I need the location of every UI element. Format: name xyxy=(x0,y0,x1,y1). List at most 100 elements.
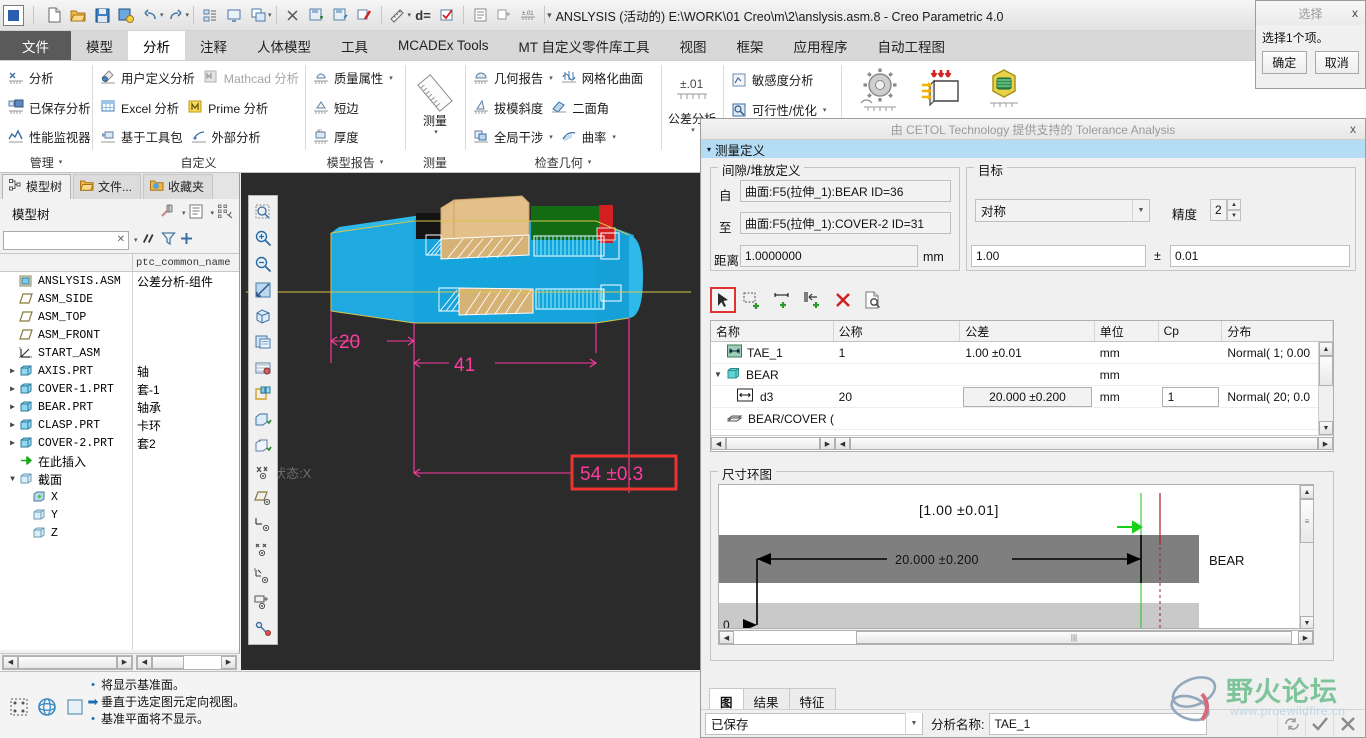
qat-more-caret-icon[interactable]: ▾ xyxy=(547,10,552,21)
cell-distribution[interactable]: Normal( 1; 0.00 xyxy=(1222,346,1333,360)
tree-common-scrollbar[interactable]: ◀ ▶ xyxy=(136,654,237,670)
cell-nominal[interactable]: 1 xyxy=(834,346,961,360)
scroll-thumb[interactable]: ||| xyxy=(856,631,1292,644)
chevron-down-icon[interactable]: ▾ xyxy=(210,209,214,217)
tab-analysis[interactable]: 分析 xyxy=(128,31,185,60)
scroll-right-button[interactable]: ▶ xyxy=(820,437,835,450)
filter-icon[interactable] xyxy=(160,231,176,249)
loop-horizontal-scrollbar[interactable]: ◀ ||| ▶ xyxy=(718,630,1314,645)
tree-expander[interactable]: ▶ xyxy=(6,438,19,448)
ribbon-external-analysis-button[interactable]: 外部分析 xyxy=(188,124,266,150)
loop-vertical-scrollbar[interactable]: ▲ ≡ ▼ xyxy=(1299,485,1313,628)
tab-model[interactable]: 模型 xyxy=(71,31,128,60)
tree-expander[interactable]: ▼ xyxy=(6,475,19,484)
open-folder-icon[interactable] xyxy=(67,4,89,26)
clear-search-icon[interactable]: ✕ xyxy=(117,234,125,245)
scroll-thumb[interactable] xyxy=(18,655,117,669)
cell-tolerance[interactable]: 20.000 ±0.200 xyxy=(960,386,1095,407)
tree-expander[interactable]: ▶ xyxy=(6,420,19,430)
chevron-down-icon[interactable]: ▾ xyxy=(389,74,393,82)
tab-mcadex-tools[interactable]: MCADEx Tools xyxy=(383,31,504,60)
tree-item-bear-prt[interactable]: ▶ BEAR.PRT 轴承 xyxy=(0,398,239,416)
ribbon-short-edge-button[interactable]: 短边 xyxy=(310,95,364,121)
zoom-box-icon[interactable] xyxy=(251,200,275,224)
point-display-icon[interactable] xyxy=(251,486,275,510)
tab-mt-parts-library[interactable]: MT 自定义零件库工具 xyxy=(504,31,665,60)
chevron-down-icon[interactable]: ▾ xyxy=(612,133,616,141)
cell-tolerance[interactable]: 1.00 ±0.01 xyxy=(960,346,1095,360)
spin-center-icon[interactable] xyxy=(36,696,58,718)
nominal-field[interactable]: 1.00 xyxy=(971,245,1146,267)
ribbon-thickness-button[interactable]: 3D 厚度 xyxy=(310,124,364,150)
window-icon[interactable] xyxy=(64,696,86,718)
scroll-thumb[interactable] xyxy=(850,437,1318,450)
scroll-up-button[interactable]: ▲ xyxy=(1319,342,1333,356)
stepper-down-icon[interactable]: ▼ xyxy=(1227,210,1241,221)
settings-tools-icon[interactable] xyxy=(159,203,176,223)
scroll-left-button[interactable]: ◀ xyxy=(835,437,850,450)
mechanism-gear-icon[interactable] xyxy=(858,67,902,116)
ribbon-global-interference-button[interactable]: 全局干涉 ▾ xyxy=(470,124,558,150)
copy-window-icon[interactable] xyxy=(247,4,269,26)
scroll-thumb[interactable]: ≡ xyxy=(1300,499,1313,543)
dimension-icon[interactable]: d= xyxy=(412,4,434,26)
chevron-down-icon[interactable]: ▾ xyxy=(549,74,553,82)
chevron-down-icon[interactable]: ▾ xyxy=(182,209,186,217)
nav-tab-favorites[interactable]: 收藏夹 xyxy=(143,174,214,199)
tab-applications[interactable]: 应用程序 xyxy=(779,31,863,60)
cp-edit-box[interactable]: 1 xyxy=(1161,386,1220,407)
ok-check-icon[interactable] xyxy=(1305,711,1333,736)
tolerance-icon[interactable]: ±.01 xyxy=(517,4,539,26)
chevron-down-icon[interactable]: ▾ xyxy=(691,126,695,134)
chevron-down-icon[interactable]: ▾ xyxy=(134,236,138,244)
tree-item-cover-1-prt[interactable]: ▶ COVER-1.PRT 套-1 xyxy=(0,380,239,398)
scroll-right-button[interactable]: ▶ xyxy=(1318,437,1333,450)
view-manager-icon[interactable] xyxy=(251,382,275,406)
scroll-thumb[interactable] xyxy=(152,655,184,669)
cancel-x-icon[interactable] xyxy=(1333,711,1361,736)
tab-tools[interactable]: 工具 xyxy=(326,31,383,60)
chevron-down-icon[interactable]: ▾ xyxy=(549,133,553,141)
erase-icon[interactable] xyxy=(354,4,376,26)
scroll-down-button[interactable]: ▼ xyxy=(1300,616,1313,628)
scroll-thumb[interactable] xyxy=(726,437,820,450)
save-icon[interactable] xyxy=(91,4,113,26)
measurement-definition-section-header[interactable]: ▾ 测量定义 xyxy=(701,140,1365,158)
scroll-up-button[interactable]: ▲ xyxy=(1300,485,1313,499)
tree-expander[interactable]: ▶ xyxy=(6,402,19,412)
display-list-icon[interactable] xyxy=(189,204,204,222)
distance-field[interactable]: 1.0000000 xyxy=(740,245,918,267)
scroll-right-button[interactable]: ▶ xyxy=(1298,631,1313,644)
close-icon[interactable]: x xyxy=(1350,122,1356,136)
axis-display-icon[interactable] xyxy=(251,460,275,484)
relations-icon[interactable] xyxy=(493,4,515,26)
column-header-tolerance[interactable]: 公差 xyxy=(960,321,1095,341)
save-snapshot-icon[interactable] xyxy=(306,4,328,26)
add-datum-tool[interactable] xyxy=(800,287,826,313)
to-field[interactable]: 曲面:F5(拉伸_1):COVER-2 ID=31 xyxy=(740,212,951,234)
csys-display-icon[interactable] xyxy=(251,512,275,536)
tree-item-clasp-prt[interactable]: ▶ CLASP.PRT 卡环 xyxy=(0,416,239,434)
tab-view[interactable]: 视图 xyxy=(665,31,722,60)
column-header-cp[interactable]: Cp xyxy=(1159,321,1223,341)
ribbon-toolkit-based-button[interactable]: 基于工具包 xyxy=(97,124,188,150)
tab-annotation[interactable]: 注释 xyxy=(185,31,242,60)
table-name-scrollbar[interactable]: ◀ ▶ xyxy=(711,436,835,451)
datum-display-icon[interactable]: y xyxy=(251,564,275,588)
zoom-in-icon[interactable] xyxy=(251,226,275,250)
scroll-down-button[interactable]: ▼ xyxy=(1319,421,1333,435)
ribbon-user-defined-analysis-button[interactable]: 用户定义分析 xyxy=(97,65,200,91)
ribbon-group-label[interactable]: 管理 ▾ xyxy=(5,152,87,172)
spin-center-toggle-icon[interactable] xyxy=(251,616,275,640)
from-field[interactable]: 曲面:F5(拉伸_1):BEAR ID=36 xyxy=(740,180,951,202)
analysis-name-field[interactable]: TAE_1 xyxy=(989,712,1208,735)
tree-item-asm-side[interactable]: ASM_SIDE xyxy=(0,290,239,308)
precision-stepper[interactable]: ▲ ▼ xyxy=(1227,199,1241,221)
ribbon-group-label[interactable]: 模型报告 ▾ xyxy=(310,152,400,172)
tree-item-insert-here[interactable]: 在此插入 xyxy=(0,452,239,470)
chevron-down-icon[interactable]: ▾ xyxy=(434,128,438,136)
navigator-horizontal-scrollbar[interactable]: ◀ ▶ ◀ ▶ xyxy=(0,653,240,670)
saved-views-icon[interactable] xyxy=(251,356,275,380)
add-measurement-tool[interactable] xyxy=(740,287,766,313)
table-row[interactable]: d3 20 20.000 ±0.200 mm 1 Normal( 20; 0.0 xyxy=(711,386,1333,408)
